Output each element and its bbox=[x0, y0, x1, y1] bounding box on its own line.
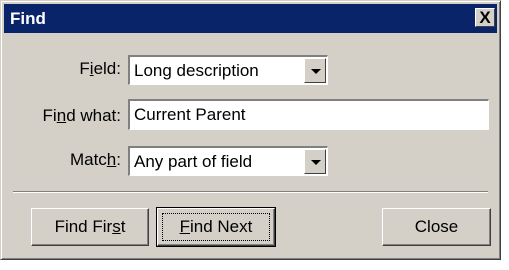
find-next-button[interactable]: Find Next bbox=[156, 207, 276, 247]
close-button[interactable]: Close bbox=[382, 208, 491, 246]
match-select-value: Any part of field bbox=[134, 152, 253, 171]
window-title: Find bbox=[10, 9, 46, 28]
focus-rect bbox=[162, 213, 270, 241]
match-dropdown-button[interactable] bbox=[304, 149, 326, 174]
find-what-value: Current Parent bbox=[134, 105, 246, 124]
field-dropdown-button[interactable] bbox=[304, 58, 326, 83]
field-select[interactable]: Long description bbox=[128, 55, 328, 85]
find-dialog: Find X Field: Long description Find what… bbox=[0, 0, 501, 260]
separator bbox=[13, 191, 488, 193]
field-select-value: Long description bbox=[134, 61, 259, 80]
title-bar[interactable]: Find X bbox=[4, 4, 497, 33]
chevron-down-icon bbox=[311, 160, 321, 165]
chevron-down-icon bbox=[311, 69, 321, 74]
find-first-button[interactable]: Find First bbox=[31, 208, 149, 246]
find-what-input[interactable]: Current Parent bbox=[128, 99, 489, 130]
field-label: Field: bbox=[79, 59, 121, 78]
match-label: Match: bbox=[69, 150, 121, 169]
find-what-label: Find what: bbox=[42, 106, 121, 125]
close-icon[interactable]: X bbox=[475, 8, 495, 27]
match-select[interactable]: Any part of field bbox=[128, 146, 328, 176]
